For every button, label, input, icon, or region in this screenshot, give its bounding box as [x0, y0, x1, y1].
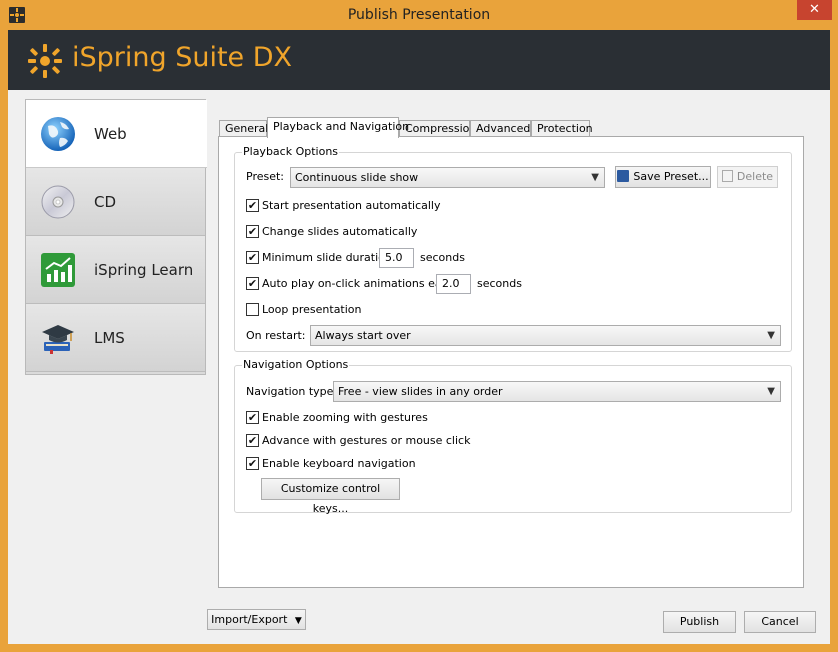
group-legend: Navigation Options: [242, 358, 350, 371]
auto-play-unit: seconds: [477, 277, 522, 290]
sidebar-item-label: Web: [94, 125, 127, 143]
change-slides-label: Change slides automatically: [262, 225, 418, 238]
navigation-options-group: Navigation Options Navigation type: Free…: [234, 358, 792, 515]
min-duration-unit: seconds: [420, 251, 465, 264]
preset-value: Continuous slide show: [295, 171, 419, 184]
publish-target-sidebar: Web CD iSpring Learn LMS: [25, 99, 207, 375]
advance-checkbox[interactable]: [246, 434, 259, 447]
brand-banner: iSpring Suite DX: [8, 30, 830, 90]
chevron-down-icon: ▼: [591, 172, 599, 183]
customize-control-keys-button[interactable]: Customize control keys...: [261, 478, 400, 515]
ispring-logo-icon: [28, 44, 62, 78]
delete-icon: [721, 170, 733, 182]
start-automatically-label: Start presentation automatically: [262, 199, 441, 212]
tab-protection[interactable]: Protection: [531, 120, 593, 137]
keyboard-navigation-label: Enable keyboard navigation: [262, 457, 416, 470]
floppy-disk-icon: [617, 170, 630, 182]
sidebar-item-web[interactable]: Web: [26, 100, 207, 168]
publish-window: Publish Presentation ✕ iSpring Suite DX: [0, 0, 838, 652]
keyboard-navigation-checkbox[interactable]: [246, 457, 259, 470]
window-title: Publish Presentation: [347, 7, 491, 23]
tab-panel: Playback Options Preset: Continuous slid…: [218, 136, 804, 588]
playback-options-group: Playback Options Preset: Continuous slid…: [234, 145, 792, 352]
cancel-button[interactable]: Cancel: [744, 611, 816, 633]
navigation-type-label: Navigation type:: [246, 385, 338, 398]
sidebar-item-lms[interactable]: LMS: [26, 304, 205, 372]
zooming-label: Enable zooming with gestures: [262, 411, 428, 424]
preset-label: Preset:: [246, 170, 285, 183]
graduation-cap-icon: [42, 325, 74, 354]
sidebar-item-cd[interactable]: CD: [26, 168, 205, 236]
min-duration-checkbox[interactable]: [246, 251, 259, 264]
on-restart-value: Always start over: [315, 329, 411, 342]
brand-name: iSpring Suite DX: [72, 42, 293, 73]
cd-icon: [41, 185, 75, 219]
advance-label: Advance with gestures or mouse click: [262, 434, 471, 447]
navigation-type-value: Free - view slides in any order: [338, 385, 503, 398]
dialog-client: iSpring Suite DX Web CD iSpring Learn LM…: [8, 30, 830, 644]
change-slides-checkbox[interactable]: [246, 225, 259, 238]
preset-select[interactable]: Continuous slide show ▼: [290, 167, 605, 188]
chart-icon: [41, 253, 75, 287]
chevron-down-icon: ▼: [767, 330, 775, 341]
sidebar-item-label: CD: [94, 193, 117, 211]
navigation-type-select[interactable]: Free - view slides in any order ▼: [333, 381, 781, 402]
zooming-checkbox[interactable]: [246, 411, 259, 424]
auto-play-checkbox[interactable]: [246, 277, 259, 290]
tab-playback-and-navigation[interactable]: Playback and Navigation: [267, 117, 409, 138]
sidebar-item-label: LMS: [94, 329, 125, 347]
save-preset-button[interactable]: Save Preset...: [615, 166, 711, 188]
tab-compression[interactable]: Compression: [399, 120, 476, 137]
sidebar-item-label: iSpring Learn: [94, 261, 194, 279]
title-bar[interactable]: Publish Presentation ✕: [0, 0, 838, 30]
on-restart-select[interactable]: Always start over ▼: [310, 325, 781, 346]
import-export-button[interactable]: Import/Export ▼: [207, 609, 306, 630]
start-automatically-checkbox[interactable]: [246, 199, 259, 212]
chevron-down-icon: ▼: [294, 616, 302, 626]
auto-play-input[interactable]: 2.0: [436, 274, 471, 294]
auto-play-label: Auto play on-click animations each: [262, 277, 455, 290]
group-legend: Playback Options: [242, 145, 340, 158]
loop-checkbox[interactable]: [246, 303, 259, 316]
close-button[interactable]: ✕: [797, 0, 832, 20]
on-restart-label: On restart:: [246, 329, 306, 342]
sidebar-item-ispring-learn[interactable]: iSpring Learn: [26, 236, 205, 304]
tab-general[interactable]: General: [219, 120, 268, 137]
publish-button[interactable]: Publish: [663, 611, 736, 633]
delete-button[interactable]: Delete: [717, 166, 778, 188]
tab-advanced[interactable]: Advanced: [470, 120, 531, 137]
loop-label: Loop presentation: [262, 303, 362, 316]
globe-icon: [41, 117, 75, 151]
min-duration-input[interactable]: 5.0: [379, 248, 414, 268]
min-duration-label: Minimum slide duration: [262, 251, 392, 264]
chevron-down-icon: ▼: [767, 386, 775, 397]
